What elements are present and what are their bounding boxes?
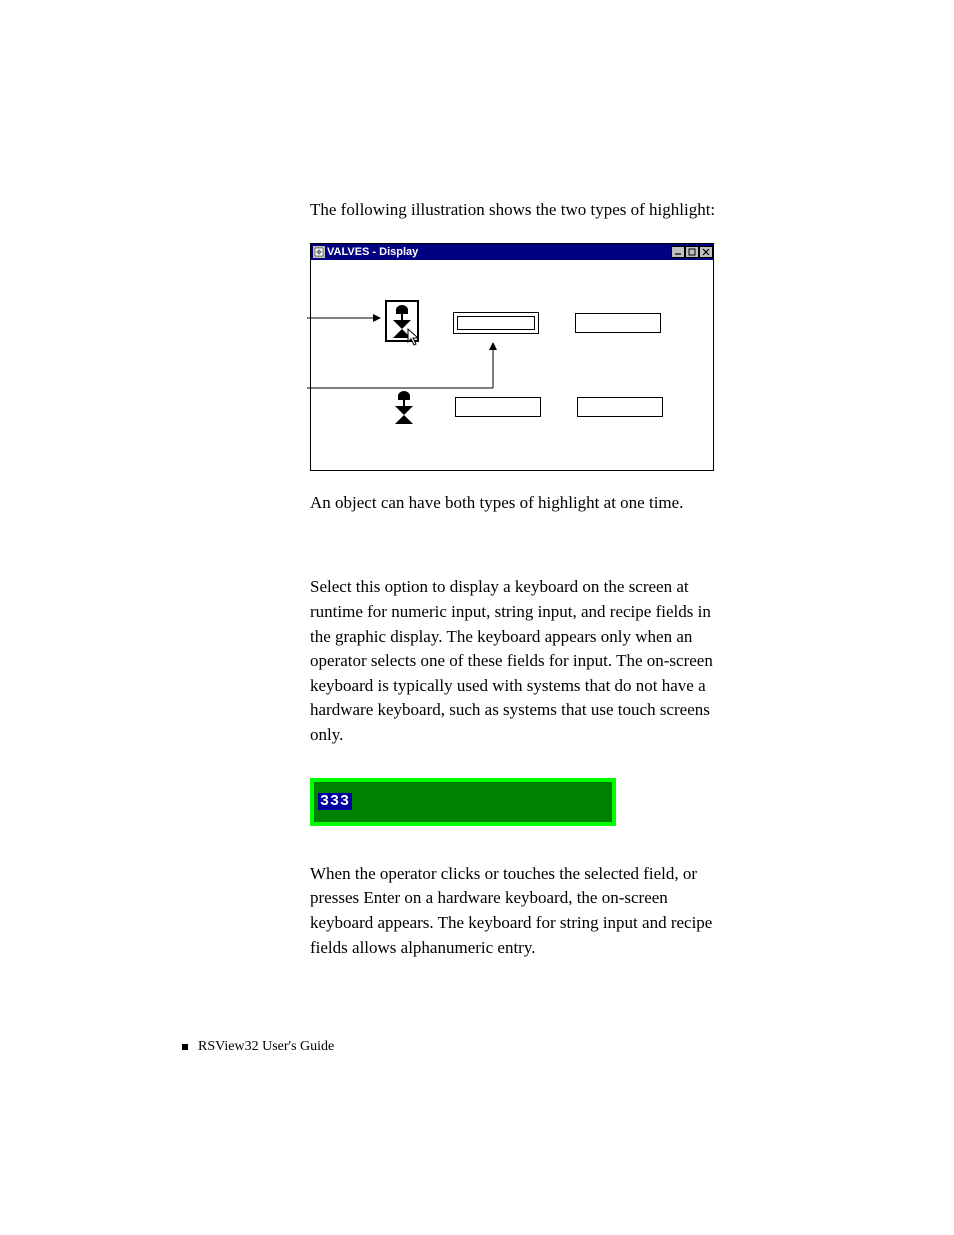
selected-input-field[interactable]: 333 xyxy=(310,778,616,826)
operator-action-paragraph: When the operator clicks or touches the … xyxy=(310,862,720,961)
valves-window: VALVES - Display xyxy=(310,243,714,471)
minimize-button[interactable] xyxy=(671,246,685,258)
app-icon xyxy=(313,246,325,258)
intro-paragraph: The following illustration shows the two… xyxy=(310,198,720,223)
footer-text: RSView32 User's Guide xyxy=(198,1039,334,1055)
footer-bullet-icon xyxy=(182,1044,188,1050)
valve-icon[interactable] xyxy=(391,390,417,424)
input-field-2b[interactable] xyxy=(577,397,663,417)
option-description-paragraph: Select this option to display a keyboard… xyxy=(310,575,720,747)
input-field-highlighted[interactable] xyxy=(453,312,539,334)
window-body xyxy=(311,260,713,470)
page-footer: RSView32 User's Guide xyxy=(182,1039,334,1055)
window-titlebar: VALVES - Display xyxy=(311,244,713,260)
close-button[interactable] xyxy=(699,246,713,258)
input-value: 333 xyxy=(318,793,352,810)
input-field-1b[interactable] xyxy=(575,313,661,333)
window-title: VALVES - Display xyxy=(327,246,418,258)
both-types-paragraph: An object can have both types of highlig… xyxy=(310,491,720,516)
callout-arrow-up xyxy=(307,342,507,392)
input-field-2a[interactable] xyxy=(455,397,541,417)
maximize-button[interactable] xyxy=(685,246,699,258)
